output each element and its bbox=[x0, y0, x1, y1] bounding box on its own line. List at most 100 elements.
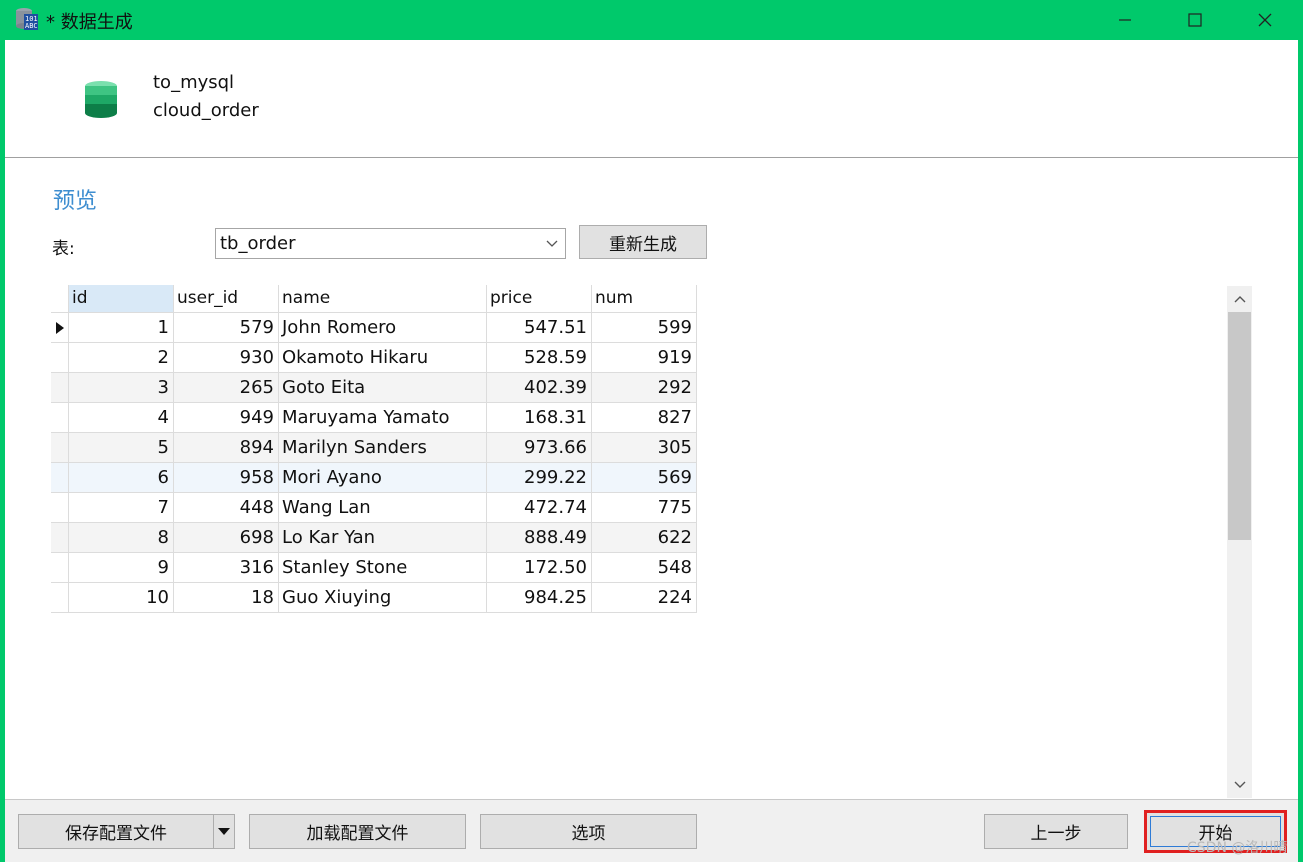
cell-num[interactable]: 775 bbox=[592, 493, 697, 523]
cell-user-id[interactable]: 316 bbox=[174, 553, 279, 583]
chevron-up-icon bbox=[1234, 296, 1245, 303]
table-row[interactable]: 1 579 John Romero 547.51 599 bbox=[51, 313, 697, 343]
cell-id[interactable]: 4 bbox=[69, 403, 174, 433]
cell-num[interactable]: 548 bbox=[592, 553, 697, 583]
cell-num[interactable]: 292 bbox=[592, 373, 697, 403]
table-row[interactable]: 3 265 Goto Eita 402.39 292 bbox=[51, 373, 697, 403]
cell-user-id[interactable]: 698 bbox=[174, 523, 279, 553]
scrollbar-thumb[interactable] bbox=[1228, 312, 1251, 540]
cell-name[interactable]: Lo Kar Yan bbox=[279, 523, 487, 553]
column-header-id[interactable]: id bbox=[69, 285, 174, 313]
minimize-icon bbox=[1119, 19, 1131, 21]
table-row[interactable]: 5 894 Marilyn Sanders 973.66 305 bbox=[51, 433, 697, 463]
table-row[interactable]: 2 930 Okamoto Hikaru 528.59 919 bbox=[51, 343, 697, 373]
cell-name[interactable]: Stanley Stone bbox=[279, 553, 487, 583]
row-indicator[interactable] bbox=[51, 313, 69, 343]
options-button[interactable]: 选项 bbox=[480, 814, 697, 849]
cell-num[interactable]: 599 bbox=[592, 313, 697, 343]
cell-id[interactable]: 2 bbox=[69, 343, 174, 373]
cell-price[interactable]: 472.74 bbox=[487, 493, 592, 523]
cell-user-id[interactable]: 930 bbox=[174, 343, 279, 373]
cell-id[interactable]: 9 bbox=[69, 553, 174, 583]
cell-price[interactable]: 528.59 bbox=[487, 343, 592, 373]
cell-price[interactable]: 984.25 bbox=[487, 583, 592, 613]
cell-user-id[interactable]: 265 bbox=[174, 373, 279, 403]
connection-header: to_mysql cloud_order bbox=[5, 40, 1298, 158]
row-indicator[interactable] bbox=[51, 493, 69, 523]
cell-name[interactable]: Goto Eita bbox=[279, 373, 487, 403]
cell-user-id[interactable]: 448 bbox=[174, 493, 279, 523]
table-row[interactable]: 4 949 Maruyama Yamato 168.31 827 bbox=[51, 403, 697, 433]
table-row[interactable]: 8 698 Lo Kar Yan 888.49 622 bbox=[51, 523, 697, 553]
cell-num[interactable]: 827 bbox=[592, 403, 697, 433]
cell-price[interactable]: 973.66 bbox=[487, 433, 592, 463]
table-row[interactable]: 10 18 Guo Xiuying 984.25 224 bbox=[51, 583, 697, 613]
column-header-price[interactable]: price bbox=[487, 285, 592, 313]
cell-price[interactable]: 888.49 bbox=[487, 523, 592, 553]
row-indicator[interactable] bbox=[51, 463, 69, 493]
cell-price[interactable]: 299.22 bbox=[487, 463, 592, 493]
cell-name[interactable]: Mori Ayano bbox=[279, 463, 487, 493]
maximize-button[interactable] bbox=[1160, 0, 1230, 40]
cell-id[interactable]: 10 bbox=[69, 583, 174, 613]
cell-name[interactable]: Guo Xiuying bbox=[279, 583, 487, 613]
table-select[interactable]: tb_order bbox=[215, 228, 566, 259]
chevron-down-icon[interactable] bbox=[539, 229, 565, 258]
cell-user-id[interactable]: 18 bbox=[174, 583, 279, 613]
table-row[interactable]: 6 958 Mori Ayano 299.22 569 bbox=[51, 463, 697, 493]
cell-name[interactable]: Maruyama Yamato bbox=[279, 403, 487, 433]
window-border-left bbox=[0, 40, 5, 862]
cell-price[interactable]: 402.39 bbox=[487, 373, 592, 403]
regenerate-button[interactable]: 重新生成 bbox=[579, 225, 707, 259]
current-row-arrow-icon bbox=[55, 321, 64, 334]
cell-num[interactable]: 622 bbox=[592, 523, 697, 553]
chevron-down-icon bbox=[1234, 781, 1245, 788]
previous-step-button[interactable]: 上一步 bbox=[984, 814, 1128, 849]
cell-num[interactable]: 569 bbox=[592, 463, 697, 493]
vertical-scrollbar[interactable] bbox=[1227, 286, 1252, 798]
minimize-button[interactable] bbox=[1090, 0, 1160, 40]
cell-id[interactable]: 7 bbox=[69, 493, 174, 523]
close-button[interactable] bbox=[1230, 0, 1300, 40]
row-indicator[interactable] bbox=[51, 403, 69, 433]
cell-name[interactable]: Okamoto Hikaru bbox=[279, 343, 487, 373]
save-config-dropdown-button[interactable] bbox=[213, 814, 235, 849]
cell-price[interactable]: 168.31 bbox=[487, 403, 592, 433]
cell-user-id[interactable]: 579 bbox=[174, 313, 279, 343]
window-title: * 数据生成 bbox=[46, 12, 133, 33]
cell-id[interactable]: 6 bbox=[69, 463, 174, 493]
cell-name[interactable]: Marilyn Sanders bbox=[279, 433, 487, 463]
cell-num[interactable]: 224 bbox=[592, 583, 697, 613]
column-header-user-id[interactable]: user_id bbox=[174, 285, 279, 313]
row-indicator[interactable] bbox=[51, 523, 69, 553]
table-row[interactable]: 9 316 Stanley Stone 172.50 548 bbox=[51, 553, 697, 583]
row-indicator[interactable] bbox=[51, 373, 69, 403]
grid-header-row: id user_id name price num bbox=[51, 285, 697, 313]
cell-id[interactable]: 5 bbox=[69, 433, 174, 463]
cell-num[interactable]: 919 bbox=[592, 343, 697, 373]
connection-name: to_mysql bbox=[153, 72, 235, 93]
cell-name[interactable]: John Romero bbox=[279, 313, 487, 343]
row-indicator[interactable] bbox=[51, 433, 69, 463]
footer-bar: 保存配置文件 加载配置文件 选项 上一步 开始 bbox=[5, 799, 1298, 862]
row-indicator[interactable] bbox=[51, 553, 69, 583]
scroll-down-button[interactable] bbox=[1227, 772, 1252, 798]
save-config-button[interactable]: 保存配置文件 bbox=[18, 814, 214, 849]
cell-user-id[interactable]: 958 bbox=[174, 463, 279, 493]
column-header-name[interactable]: name bbox=[279, 285, 487, 313]
row-indicator[interactable] bbox=[51, 343, 69, 373]
cell-user-id[interactable]: 949 bbox=[174, 403, 279, 433]
scroll-up-button[interactable] bbox=[1227, 286, 1252, 312]
row-indicator[interactable] bbox=[51, 583, 69, 613]
cell-user-id[interactable]: 894 bbox=[174, 433, 279, 463]
cell-name[interactable]: Wang Lan bbox=[279, 493, 487, 523]
load-config-button[interactable]: 加载配置文件 bbox=[249, 814, 466, 849]
cell-num[interactable]: 305 bbox=[592, 433, 697, 463]
cell-id[interactable]: 8 bbox=[69, 523, 174, 553]
cell-price[interactable]: 547.51 bbox=[487, 313, 592, 343]
cell-price[interactable]: 172.50 bbox=[487, 553, 592, 583]
column-header-num[interactable]: num bbox=[592, 285, 697, 313]
cell-id[interactable]: 1 bbox=[69, 313, 174, 343]
table-row[interactable]: 7 448 Wang Lan 472.74 775 bbox=[51, 493, 697, 523]
cell-id[interactable]: 3 bbox=[69, 373, 174, 403]
